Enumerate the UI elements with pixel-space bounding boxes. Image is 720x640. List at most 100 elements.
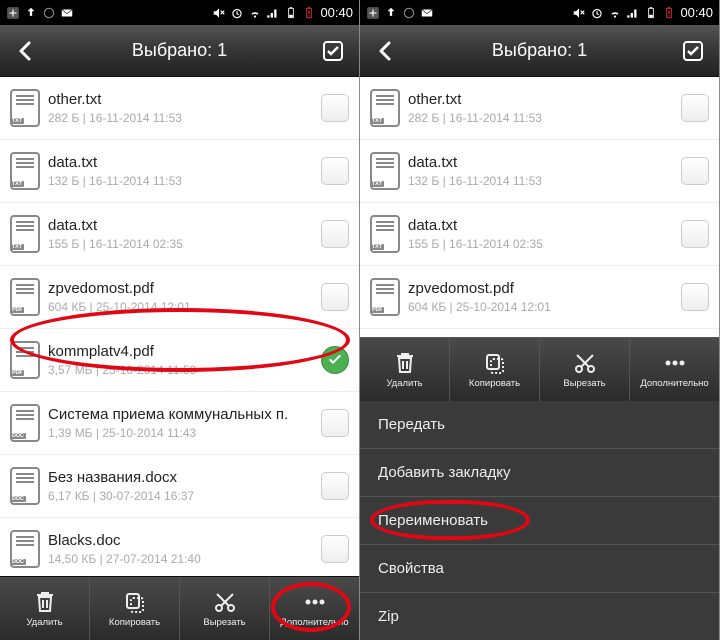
file-info: Без названия.docx6,17 КБ | 30-07-2014 16… xyxy=(48,469,313,503)
battery1-icon xyxy=(284,6,298,20)
file-type-icon: TXT xyxy=(370,152,400,190)
checkbox[interactable] xyxy=(681,157,709,185)
file-name: zpvedomost.pdf xyxy=(48,280,313,297)
mute-icon xyxy=(572,6,586,20)
cut-button[interactable]: Вырезать xyxy=(540,338,630,401)
checkbox[interactable] xyxy=(321,157,349,185)
clock: 00:40 xyxy=(680,5,713,20)
file-list[interactable]: TXTother.txt282 Б | 16-11-2014 11:53TXTd… xyxy=(0,77,359,576)
checkbox[interactable] xyxy=(681,283,709,311)
checkbox[interactable] xyxy=(681,220,709,248)
delete-button[interactable]: Удалить xyxy=(360,338,450,401)
more-button[interactable]: Дополнительно xyxy=(630,338,719,401)
status-bar: 00:40 xyxy=(0,0,359,25)
checkbox[interactable] xyxy=(321,94,349,122)
file-type-icon: DOC xyxy=(10,404,40,442)
file-info: Blacks.doc14,50 КБ | 27-07-2014 21:40 xyxy=(48,532,313,566)
checkbox[interactable] xyxy=(321,283,349,311)
popup-item[interactable]: Свойства xyxy=(360,545,719,593)
checkbox[interactable] xyxy=(321,535,349,563)
alarm-icon xyxy=(230,6,244,20)
back-button[interactable] xyxy=(8,33,44,69)
wifi-icon xyxy=(608,6,622,20)
file-name: data.txt xyxy=(408,217,673,234)
file-meta: 155 Б | 16-11-2014 02:35 xyxy=(408,237,673,251)
checkbox[interactable] xyxy=(321,220,349,248)
checkbox[interactable] xyxy=(321,409,349,437)
file-type-icon: PDF xyxy=(370,278,400,316)
alarm-icon xyxy=(590,6,604,20)
popup-item[interactable]: Добавить закладку xyxy=(360,449,719,497)
file-name: kommplatv4.pdf xyxy=(48,343,313,360)
file-meta: 155 Б | 16-11-2014 02:35 xyxy=(48,237,313,251)
file-row[interactable]: TXTdata.txt155 Б | 16-11-2014 02:35 xyxy=(360,203,719,266)
file-row[interactable]: PDF zpvedomost.pdf604 КБ | 25-10-2014 12:… xyxy=(360,266,719,329)
copy-label: Копировать xyxy=(469,378,520,389)
popup-item[interactable]: Передать xyxy=(360,401,719,449)
file-name: Система приема коммунальных п. xyxy=(48,406,313,423)
file-name: other.txt xyxy=(48,91,313,108)
select-all-button[interactable] xyxy=(675,33,711,69)
mail-icon xyxy=(60,6,74,20)
battery1-icon xyxy=(644,6,658,20)
file-info: zpvedomost.pdf604 КБ | 25-10-2014 12:01 xyxy=(408,280,673,314)
status-bar: 00:40 xyxy=(360,0,719,25)
file-info: data.txt 132 Б | 16-11-2014 11:53 xyxy=(408,154,673,188)
file-type-icon: DOC xyxy=(10,530,40,568)
battery2-icon xyxy=(662,6,676,20)
popup-item[interactable]: Zip xyxy=(360,593,719,640)
mail-icon xyxy=(420,6,434,20)
clock: 00:40 xyxy=(320,5,353,20)
copy-button[interactable]: Копировать xyxy=(90,577,180,640)
file-type-icon: PDF xyxy=(10,278,40,316)
file-type-icon: TXT xyxy=(370,89,400,127)
file-row[interactable]: PDF zpvedomost.pdf 604 КБ | 25-10-2014 12:… xyxy=(0,266,359,329)
mute-icon xyxy=(212,6,226,20)
file-row[interactable]: TXT data.txt132 Б | 16-11-2014 11:53 xyxy=(0,140,359,203)
file-type-icon: TXT xyxy=(10,152,40,190)
file-row[interactable]: PDFkommplatv4.pdf3,57 МБ | 25-10-2014 11… xyxy=(0,329,359,392)
file-type-icon: TXT xyxy=(10,215,40,253)
delete-button[interactable]: Удалить xyxy=(0,577,90,640)
file-meta: 604 КБ | 25-10-2014 12:01 xyxy=(408,300,673,314)
checkbox[interactable] xyxy=(321,472,349,500)
back-button[interactable] xyxy=(368,33,404,69)
file-row[interactable]: TXTother.txt282 Б | 16-11-2014 11:53 xyxy=(360,77,719,140)
upload-icon xyxy=(384,6,398,20)
more-menu-popup: Удалить Копировать Вырезать Дополнительн… xyxy=(360,337,719,640)
file-row[interactable]: DOCБез названия.docx6,17 КБ | 30-07-2014… xyxy=(0,455,359,518)
file-meta: 6,17 КБ | 30-07-2014 16:37 xyxy=(48,489,313,503)
upload-icon xyxy=(24,6,38,20)
file-info: Система приема коммунальных п.1,39 МБ | … xyxy=(48,406,313,440)
file-meta: 132 Б | 16-11-2014 11:53 xyxy=(408,174,673,188)
file-info: data.txt132 Б | 16-11-2014 11:53 xyxy=(48,154,313,188)
file-meta: 3,57 МБ | 25-10-2014 11:58 xyxy=(48,363,313,377)
battery2-icon xyxy=(302,6,316,20)
cut-button[interactable]: Вырезать xyxy=(180,577,270,640)
file-row[interactable]: TXTother.txt282 Б | 16-11-2014 11:53 xyxy=(0,77,359,140)
copy-button[interactable]: Копировать xyxy=(450,338,540,401)
popup-item[interactable]: Переименовать xyxy=(360,497,719,545)
file-row[interactable]: DOC Blacks.doc14,50 КБ | 27-07-2014 21:40 xyxy=(0,518,359,576)
checkbox-checked[interactable] xyxy=(321,346,349,374)
file-name: other.txt xyxy=(408,91,673,108)
file-meta: 604 КБ | 25-10-2014 12:01 xyxy=(48,300,313,314)
file-name: data.txt xyxy=(48,154,313,171)
more-button[interactable]: Дополнительно xyxy=(270,577,359,640)
cut-label: Вырезать xyxy=(203,617,245,628)
copy-icon xyxy=(482,350,508,376)
file-info: data.txt 155 Б | 16-11-2014 02:35 xyxy=(408,217,673,251)
page-title: Выбрано: 1 xyxy=(412,40,667,61)
more-icon xyxy=(302,589,328,615)
copy-icon xyxy=(122,589,148,615)
select-all-button[interactable] xyxy=(315,33,351,69)
checkbox[interactable] xyxy=(681,94,709,122)
file-name: data.txt xyxy=(408,154,673,171)
file-row[interactable]: TXTdata.txt155 Б | 16-11-2014 02:35 xyxy=(0,203,359,266)
more-label: Дополнительно xyxy=(280,617,348,628)
signal-icon xyxy=(266,6,280,20)
file-row[interactable]: DOC Система приема коммунальных п.1,39 МБ… xyxy=(0,392,359,455)
file-row[interactable]: TXT data.txt 132 Б | 16-11-2014 11:53 xyxy=(360,140,719,203)
file-type-icon: TXT xyxy=(10,89,40,127)
circle-icon xyxy=(402,6,416,20)
